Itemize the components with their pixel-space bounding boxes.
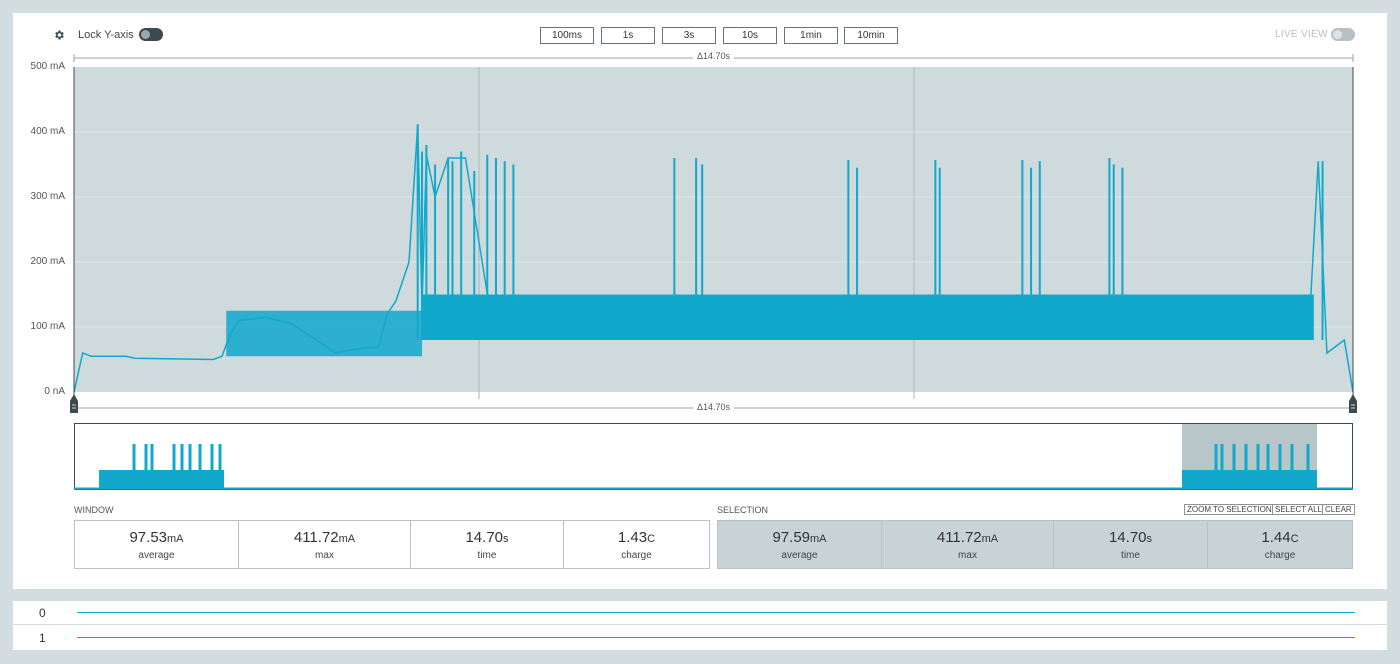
stat-value: 97.59 <box>772 528 811 546</box>
stat-value: 97.53 <box>129 528 168 546</box>
digital-channel-row: 0 <box>13 601 1387 625</box>
stat-unit: C <box>1290 532 1299 545</box>
window-time: 14.70s time <box>411 521 564 568</box>
stat-label: max <box>958 549 977 561</box>
window-stats: 97.53mA average 411.72mA max 14.70s time 1.… <box>74 520 710 569</box>
selection-max: 411.72mA max <box>882 521 1054 568</box>
stat-unit: s <box>1146 532 1153 545</box>
window-charge: 1.43C charge <box>564 521 709 568</box>
selection-average: 97.59mA average <box>718 521 882 568</box>
channel-label: 1 <box>39 631 46 645</box>
stat-label: charge <box>621 549 652 561</box>
channel-trace <box>77 637 1355 638</box>
current-chart[interactable] <box>13 13 1387 433</box>
window-title: WINDOW <box>74 505 114 515</box>
window-max: 411.72mA max <box>239 521 411 568</box>
stat-unit: mA <box>981 532 999 545</box>
zoom-to-selection-button[interactable]: ZOOM TO SELECTION <box>1184 504 1275 515</box>
clear-button[interactable]: CLEAR <box>1322 504 1355 515</box>
channel-trace <box>77 612 1355 613</box>
stat-value: 1.44 <box>1261 528 1291 546</box>
stat-label: time <box>477 549 497 561</box>
stat-unit: mA <box>810 532 827 545</box>
stat-unit: mA <box>338 532 356 545</box>
stat-label: max <box>315 549 334 561</box>
delta-time-bottom: Δ14.70s <box>693 402 735 412</box>
minimap-frame <box>74 423 1353 490</box>
main-panel: Lock Y-axis 100ms 1s 3s 10s 1min 10min L… <box>13 13 1387 589</box>
stat-value: 411.72 <box>293 528 339 546</box>
dense-signal-band <box>422 294 1314 340</box>
select-all-button[interactable]: SELECT ALL <box>1272 504 1325 515</box>
selection-time: 14.70s time <box>1054 521 1208 568</box>
stat-label: average <box>781 549 818 561</box>
stat-unit: mA <box>167 532 184 545</box>
stat-value: 14.70 <box>1108 528 1147 546</box>
stat-label: charge <box>1264 549 1296 561</box>
stat-label: average <box>138 549 175 561</box>
stat-value: 411.72 <box>936 528 982 546</box>
minimap-block <box>1182 470 1317 488</box>
minimap-block <box>99 470 224 488</box>
stat-label: time <box>1121 549 1140 561</box>
stat-unit: C <box>647 532 656 545</box>
stat-value: 1.43 <box>617 528 648 546</box>
digital-channels-panel: 0 1 <box>13 601 1387 650</box>
delta-time-top: Δ14.70s <box>693 51 735 61</box>
selection-stats: 97.59mA average 411.72mA max 14.70s time 1.… <box>717 520 1353 569</box>
digital-channel-row: 1 <box>13 626 1387 650</box>
stat-value: 14.70 <box>465 528 504 546</box>
minimap[interactable] <box>74 423 1354 491</box>
selection-title: SELECTION <box>717 505 769 515</box>
selection-charge: 1.44C charge <box>1208 521 1352 568</box>
window-average: 97.53mA average <box>75 521 239 568</box>
channel-label: 0 <box>39 606 46 620</box>
dense-signal-band <box>226 310 423 357</box>
stat-unit: s <box>503 532 509 545</box>
